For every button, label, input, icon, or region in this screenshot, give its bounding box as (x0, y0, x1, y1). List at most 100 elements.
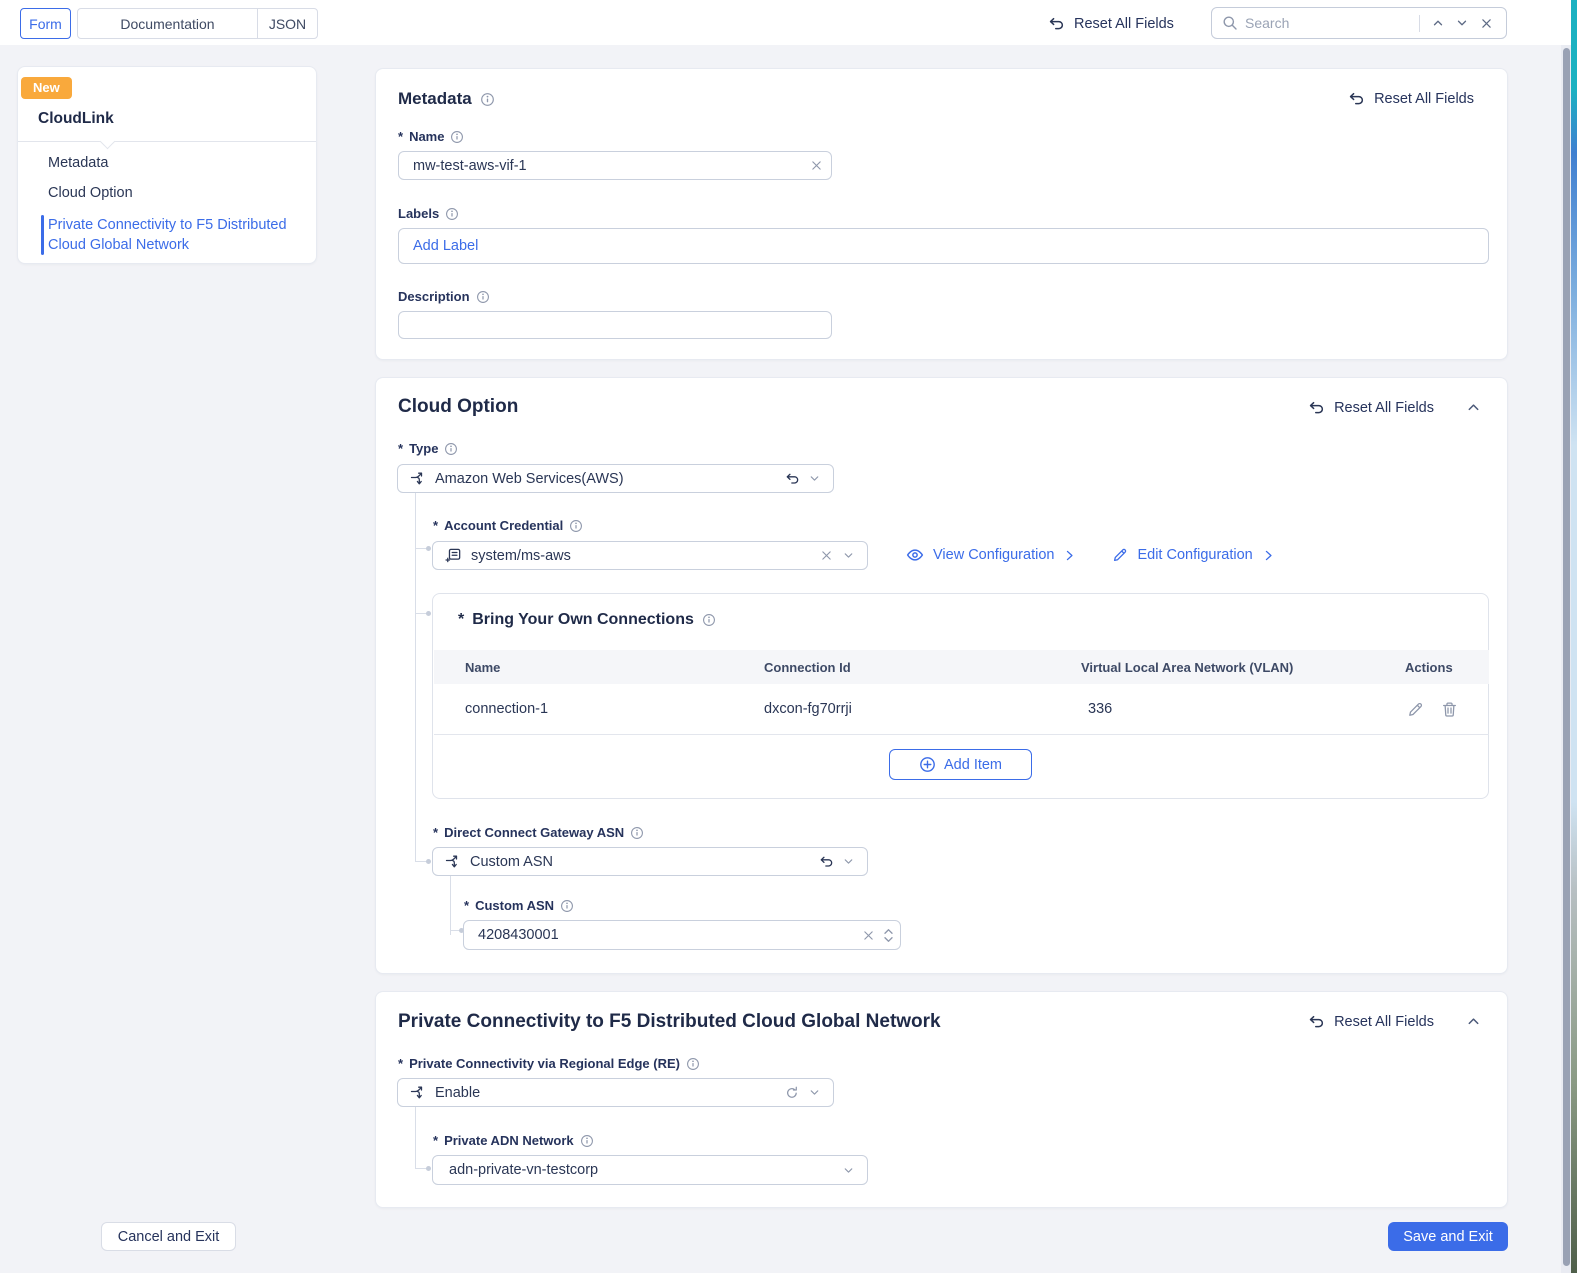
sidebar-caret (99, 133, 116, 150)
sidebar-divider (18, 133, 316, 150)
add-label-link[interactable]: Add Label (399, 238, 478, 254)
info-icon (561, 899, 573, 912)
dcg-asn-value: Custom ASN (470, 853, 553, 870)
labels-label: Labels (398, 206, 440, 221)
clear-credential-button[interactable] (815, 545, 837, 567)
regional-edge-dropdown-toggle[interactable] (803, 1082, 825, 1104)
required-asterisk: * (398, 129, 404, 144)
tab-documentation[interactable]: Documentation (78, 9, 258, 38)
info-icon (480, 92, 494, 106)
sidebar-item-cloud-option[interactable]: Cloud Option (48, 185, 133, 201)
tree-connector-dot (426, 611, 431, 616)
cloud-option-section: Cloud Option Reset All Fields * Type Ama… (375, 377, 1508, 974)
chevron-down-icon (844, 859, 852, 864)
byoc-title: Bring Your Own Connections (472, 611, 694, 628)
close-icon (1481, 18, 1491, 28)
scrollbar-thumb[interactable] (1563, 48, 1570, 1266)
private-connectivity-reset-label: Reset All Fields (1334, 1013, 1434, 1030)
required-asterisk: * (433, 825, 439, 840)
row-connection-id: dxcon-fg70rrji (764, 701, 852, 717)
refresh-regional-edge-button[interactable] (781, 1082, 803, 1104)
adn-network-dropdown-toggle[interactable] (837, 1159, 859, 1181)
clear-custom-asn-button[interactable] (857, 924, 879, 946)
regional-edge-label: Private Connectivity via Regional Edge (… (409, 1056, 680, 1071)
reset-dcg-asn-button[interactable] (815, 851, 837, 873)
add-item-button[interactable]: Add Item (889, 749, 1032, 780)
sidebar-item-metadata[interactable]: Metadata (48, 155, 108, 171)
private-adn-network-label: Private ADN Network (444, 1133, 574, 1148)
search-next-button[interactable] (1450, 11, 1474, 35)
required-asterisk: * (433, 518, 439, 533)
dcg-asn-select[interactable]: Custom ASN (432, 847, 868, 876)
account-credential-value: system/ms-aws (471, 547, 571, 564)
stepper-up-icon (883, 928, 893, 934)
undo-icon (1049, 17, 1064, 30)
private-connectivity-section-title: Private Connectivity to F5 Distributed C… (398, 1011, 941, 1032)
edit-configuration-link[interactable]: Edit Configuration (1112, 547, 1274, 563)
metadata-reset-button[interactable]: Reset All Fields (1348, 90, 1474, 107)
search-divider (1419, 14, 1420, 32)
custom-asn-input[interactable] (464, 927, 857, 943)
reset-all-fields-button[interactable]: Reset All Fields (1048, 8, 1174, 39)
chevron-right-icon (1067, 550, 1074, 560)
name-field-box (398, 151, 832, 180)
branch-icon (410, 472, 423, 484)
reset-all-fields-label: Reset All Fields (1074, 15, 1174, 32)
clear-name-button[interactable] (805, 155, 827, 177)
row-vlan: 336 (1088, 701, 1113, 717)
save-and-exit-button[interactable]: Save and Exit (1388, 1222, 1508, 1251)
tab-json[interactable]: JSON (258, 9, 317, 38)
dcg-asn-dropdown-toggle[interactable] (837, 851, 859, 873)
undo-icon (786, 473, 798, 484)
stepper-down-icon (883, 936, 893, 942)
close-icon (821, 551, 831, 560)
private-adn-network-select[interactable]: adn-private-vn-testcorp (432, 1155, 868, 1185)
sidebar-item-private-connectivity[interactable]: Private Connectivity to F5 Distributed C… (48, 215, 300, 255)
top-bar: Form Documentation JSON Reset All Fields (0, 0, 1571, 45)
view-configuration-link[interactable]: View Configuration (906, 546, 1076, 564)
close-icon (811, 161, 821, 170)
description-input[interactable] (399, 317, 831, 333)
type-value: Amazon Web Services(AWS) (435, 470, 624, 487)
branch-icon (410, 1086, 423, 1098)
column-header-actions: Actions (1405, 659, 1453, 675)
regional-edge-select[interactable]: Enable (397, 1078, 834, 1107)
dcg-asn-label: Direct Connect Gateway ASN (444, 825, 625, 840)
new-badge: New (21, 77, 72, 99)
type-select[interactable]: Amazon Web Services(AWS) (397, 464, 834, 493)
search-input[interactable] (1245, 15, 1415, 31)
account-credential-select[interactable]: system/ms-aws (432, 541, 868, 570)
pencil-icon (1114, 548, 1127, 562)
chevron-down-icon (810, 476, 818, 481)
close-icon (863, 930, 873, 940)
byoc-table-header: Name Connection Id Virtual Local Area Ne… (434, 650, 1489, 684)
column-header-connection-id: Connection Id (764, 659, 851, 675)
type-dropdown-toggle[interactable] (803, 468, 825, 490)
edit-row-button[interactable] (1405, 698, 1425, 720)
form-navigator: New CloudLink Metadata Cloud Option Priv… (17, 66, 317, 264)
search-close-button[interactable] (1474, 11, 1498, 35)
eye-icon (906, 549, 924, 561)
delete-row-button[interactable] (1439, 698, 1459, 720)
cancel-and-exit-button[interactable]: Cancel and Exit (101, 1222, 236, 1251)
tab-group: Documentation JSON (77, 8, 318, 39)
row-name: connection-1 (465, 701, 549, 717)
cloudlink-form-page: Form Documentation JSON Reset All Fields (0, 0, 1577, 1273)
reset-type-button[interactable] (781, 468, 803, 490)
tab-form[interactable]: Form (20, 8, 71, 39)
column-header-vlan: Virtual Local Area Network (VLAN) (1081, 659, 1294, 675)
tree-connector-dot (426, 859, 431, 864)
collapse-section-icon[interactable] (1466, 1014, 1481, 1029)
required-asterisk: * (433, 1133, 439, 1148)
info-icon (446, 207, 459, 220)
number-stepper[interactable] (879, 928, 897, 943)
private-connectivity-reset-button[interactable]: Reset All Fields (1308, 1013, 1481, 1030)
cloud-option-reset-button[interactable]: Reset All Fields (1308, 399, 1481, 416)
undo-icon (1309, 1015, 1324, 1028)
search-prev-button[interactable] (1426, 11, 1450, 35)
search-icon (1223, 16, 1237, 30)
view-configuration-label: View Configuration (933, 547, 1055, 563)
collapse-section-icon[interactable] (1466, 400, 1481, 415)
name-input[interactable] (399, 157, 805, 174)
credential-dropdown-toggle[interactable] (837, 545, 859, 567)
